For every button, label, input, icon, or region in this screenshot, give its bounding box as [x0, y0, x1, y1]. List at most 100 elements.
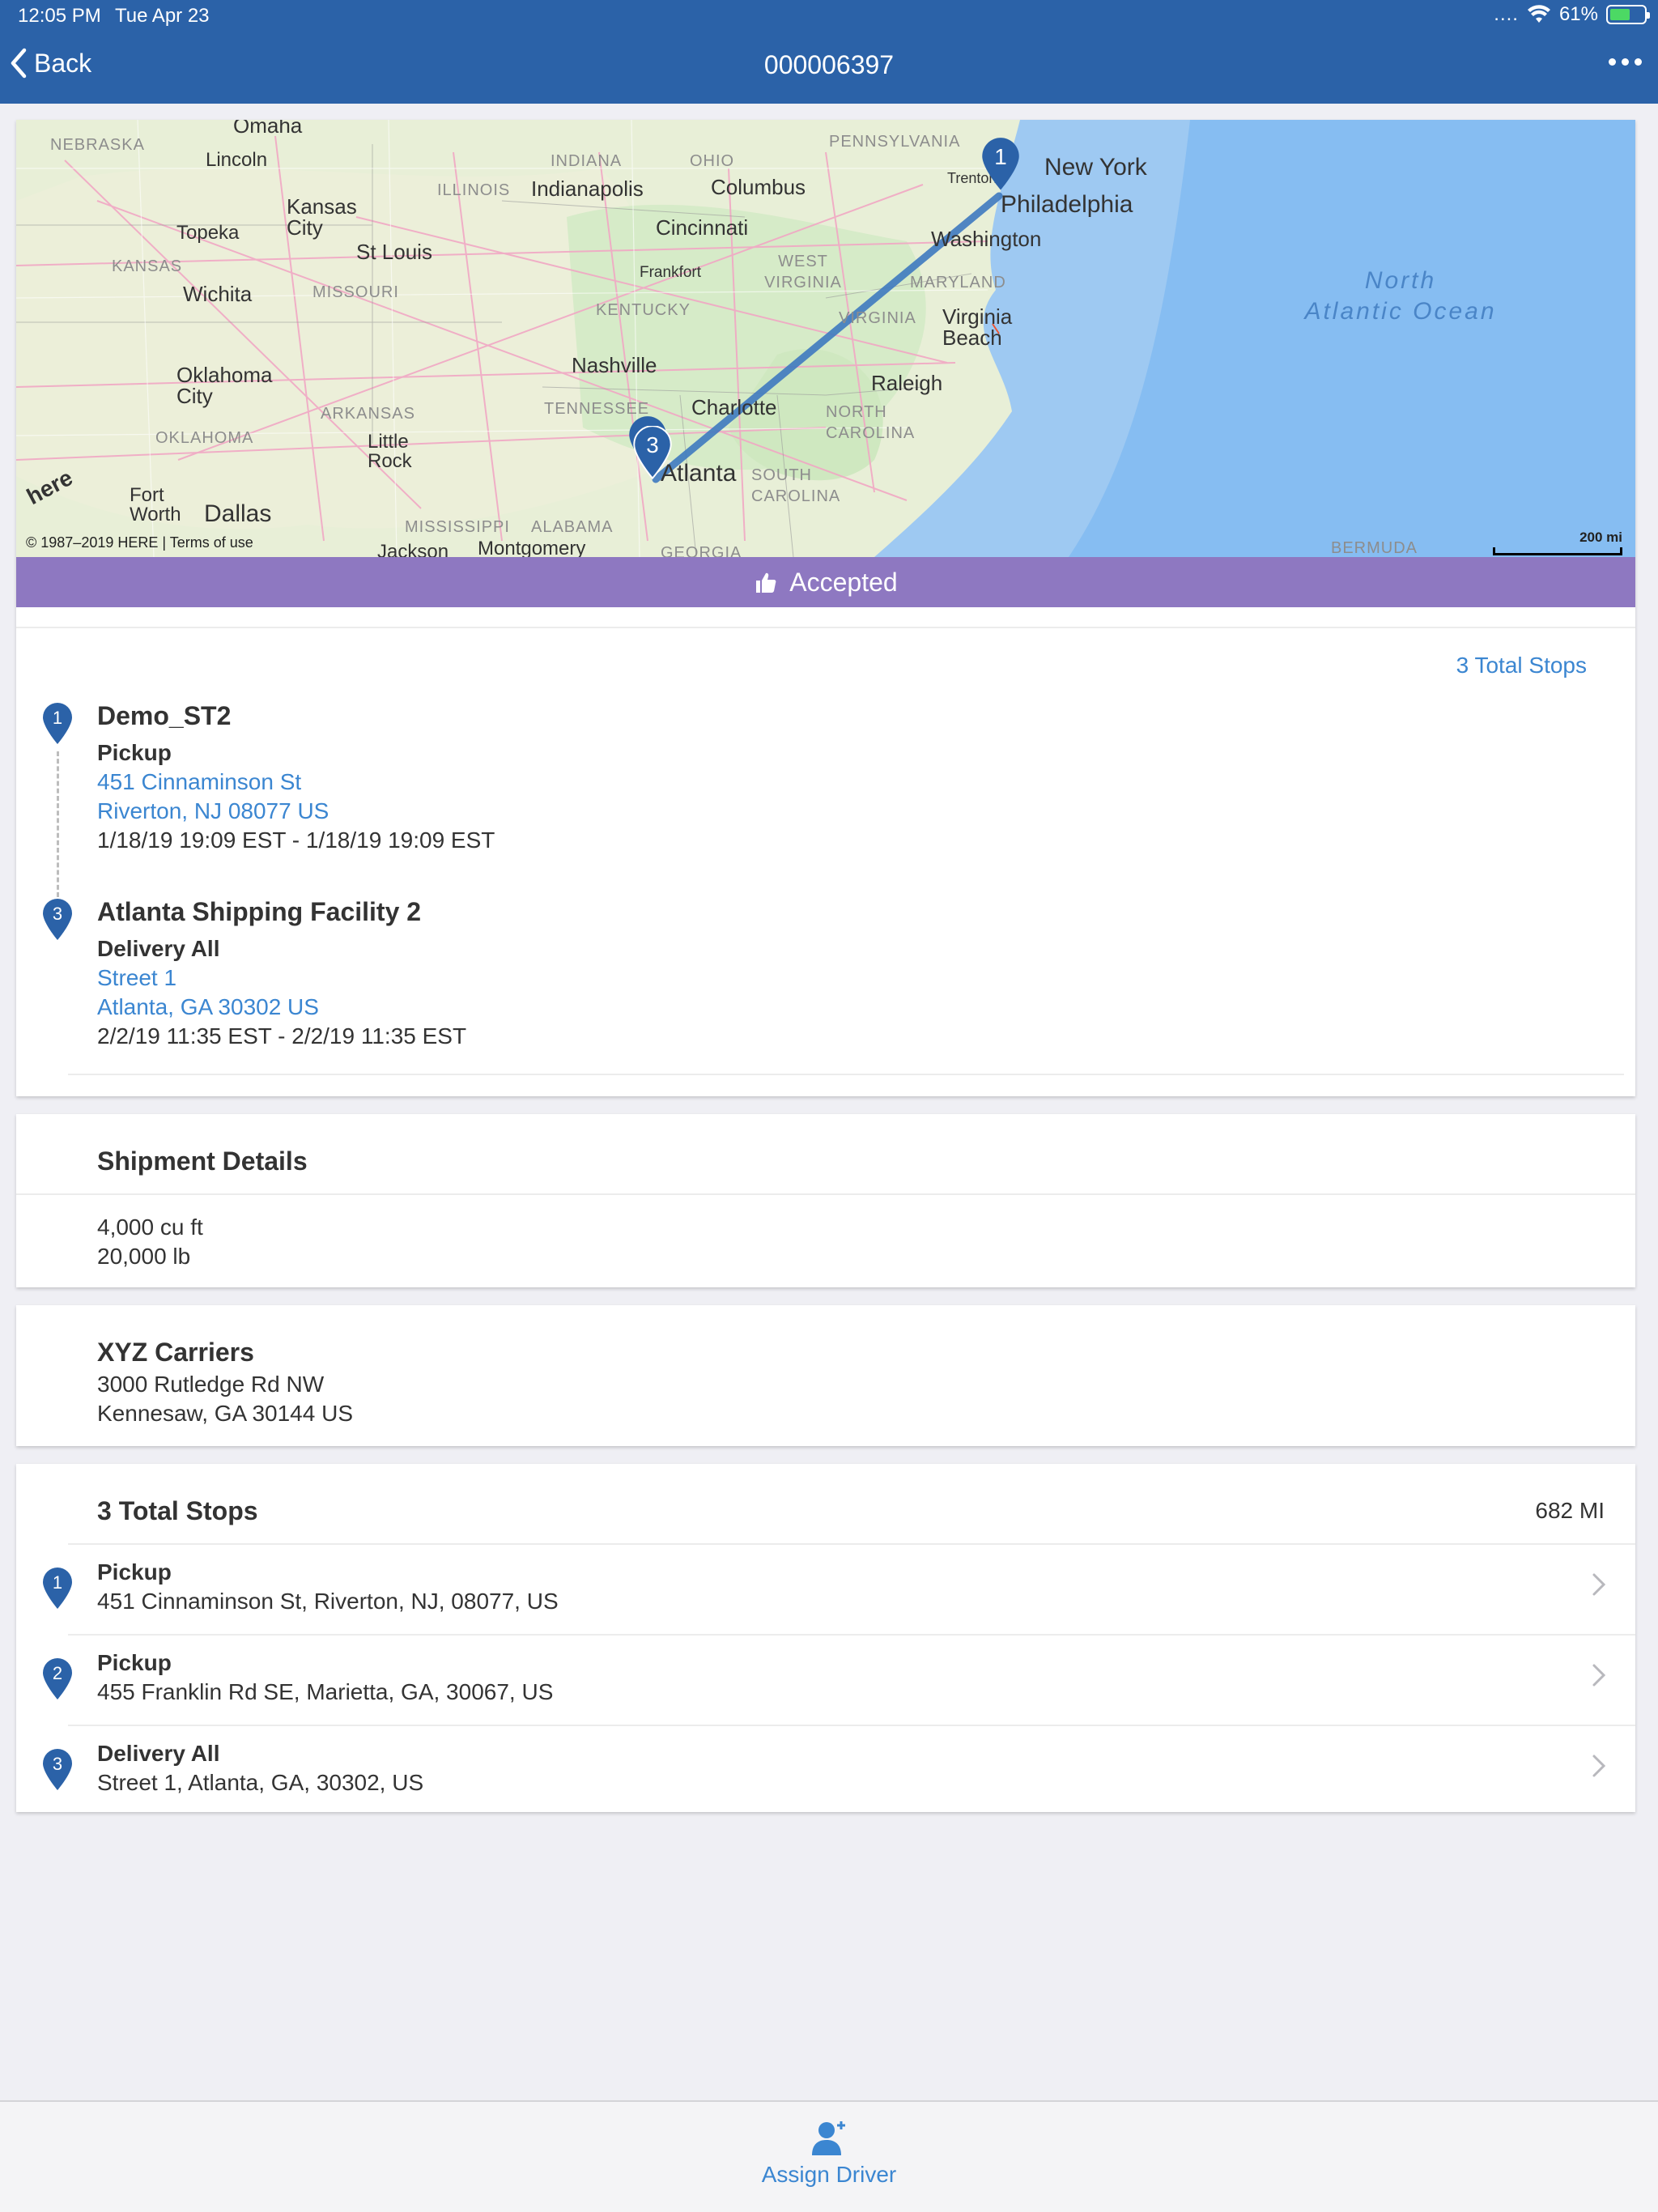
- map-label: Washington: [931, 227, 1042, 251]
- stop-pin-icon: 1: [43, 703, 72, 744]
- map-label: Atlanta: [661, 460, 737, 487]
- battery-level: [1610, 9, 1630, 20]
- navigation-bar: Back 000006397: [0, 40, 1658, 97]
- map-label: BERMUDA: [1331, 539, 1418, 557]
- assign-driver-button[interactable]: Assign Driver: [0, 2118, 1658, 2188]
- map-label: OHIO: [690, 152, 735, 170]
- map-label: Charlotte: [691, 395, 777, 419]
- map-label: ALABAMA: [531, 518, 614, 536]
- map-label: Nashville: [572, 353, 657, 377]
- map-copyright[interactable]: © 1987–2019 HERE | Terms of use: [26, 534, 253, 551]
- svg-text:1: 1: [53, 1572, 62, 1593]
- battery-charging-icon: [1606, 5, 1650, 24]
- map-label: Omaha: [233, 120, 303, 138]
- map-label: Virginia Beach: [942, 304, 1013, 350]
- map-label: Columbus: [711, 175, 806, 199]
- map-label: Cincinnati: [656, 215, 749, 240]
- map-label: St Louis: [356, 240, 432, 264]
- map-label: KANSAS: [112, 257, 183, 275]
- stop-address-line2[interactable]: Atlanta, GA 30302 US: [97, 994, 319, 1020]
- stop-list-item[interactable]: 2 Pickup 455 Franklin Rd SE, Marietta, G…: [16, 1636, 1635, 1726]
- map-label: NORTH CAROLINA: [826, 403, 916, 442]
- stop-list-item[interactable]: 3 Delivery All Street 1, Atlanta, GA, 30…: [16, 1726, 1635, 1817]
- map-label: Frankfort: [640, 264, 702, 281]
- map-label: VIRGINIA: [839, 309, 916, 327]
- chevron-right-icon: [1592, 1573, 1606, 1596]
- signal-dots: ....: [1494, 3, 1519, 25]
- total-stops-link[interactable]: 3 Total Stops: [1456, 653, 1587, 678]
- stop-list-item[interactable]: 1 Pickup 451 Cinnaminson St, Riverton, N…: [16, 1545, 1635, 1636]
- map-label: Lincoln: [206, 149, 268, 171]
- stops-list-distance: 682 MI: [1535, 1498, 1605, 1523]
- map-pin-icon[interactable]: 1: [981, 138, 1020, 191]
- status-banner: Accepted: [16, 557, 1635, 607]
- more-dots-icon[interactable]: [1609, 58, 1642, 66]
- route-connector: [57, 751, 59, 897]
- top-bar: 12:05 PM Tue Apr 23 .... 61% Back 000006…: [0, 0, 1658, 104]
- stop-address-line1[interactable]: Street 1: [97, 965, 176, 991]
- svg-text:1: 1: [53, 708, 62, 728]
- status-right: .... 61%: [1494, 3, 1650, 26]
- map-label: Wichita: [183, 282, 253, 306]
- chevron-right-icon: [1592, 1755, 1606, 1777]
- stops-list-title: 3 Total Stops: [97, 1496, 258, 1525]
- divider: [68, 1074, 1624, 1075]
- map-label: Indianapolis: [531, 177, 644, 201]
- map-label: PENNSYLVANIA: [829, 133, 961, 151]
- route-map[interactable]: NEBRASKA Omaha Lincoln Kansas City Topek…: [16, 120, 1635, 557]
- map-label: Fort Worth: [130, 484, 181, 525]
- map-label: ARKANSAS: [321, 405, 415, 423]
- stop-pin-icon: 3: [43, 1749, 72, 1790]
- stop-address-line2[interactable]: Riverton, NJ 08077 US: [97, 798, 329, 824]
- svg-text:2: 2: [53, 1663, 62, 1683]
- chevron-right-icon: [1592, 1664, 1606, 1687]
- stop-list-type: Delivery All: [97, 1741, 220, 1766]
- stop-window: 2/2/19 11:35 EST - 2/2/19 11:35 EST: [97, 1023, 467, 1049]
- map-label: Dallas: [204, 500, 272, 527]
- stop-pin-icon: 3: [43, 899, 72, 940]
- ocean-label-line1: North: [1364, 267, 1437, 294]
- map-label: Kansas City: [287, 194, 357, 240]
- stop-address-line1[interactable]: 451 Cinnaminson St: [97, 769, 301, 795]
- stop-list-address: Street 1, Atlanta, GA, 30302, US: [97, 1770, 424, 1795]
- map-label: Topeka: [176, 222, 240, 244]
- stop-name: Demo_ST2: [97, 701, 232, 730]
- map-label: MISSOURI: [312, 283, 399, 301]
- assign-driver-label: Assign Driver: [761, 2162, 897, 2187]
- map-label: Philadelphia: [1001, 191, 1133, 218]
- route-card: NEBRASKA Omaha Lincoln Kansas City Topek…: [16, 120, 1635, 1096]
- map-label: MISSISSIPPI: [405, 518, 510, 536]
- ocean-label-line2: Atlantic Ocean: [1304, 298, 1497, 325]
- stop-list-address: 451 Cinnaminson St, Riverton, NJ, 08077,…: [97, 1589, 559, 1614]
- stop-name: Atlanta Shipping Facility 2: [97, 897, 422, 926]
- bottom-toolbar: Assign Driver: [0, 2100, 1658, 2212]
- stop-list-address: 455 Franklin Rd SE, Marietta, GA, 30067,…: [97, 1679, 554, 1704]
- shipment-details-card: Shipment Details 4,000 cu ft 20,000 lb: [16, 1114, 1635, 1287]
- status-bar: 12:05 PM Tue Apr 23 .... 61%: [0, 0, 1658, 32]
- map-label: MARYLAND: [910, 274, 1006, 291]
- thumbs-up-icon: [756, 572, 776, 593]
- carrier-name: XYZ Carriers: [97, 1338, 254, 1367]
- stop-type: Delivery All: [97, 936, 220, 961]
- map-label: Montgomery: [478, 538, 586, 557]
- map-scale-label: 200 mi: [1579, 530, 1622, 545]
- map-label: GEORGIA: [661, 544, 742, 557]
- carrier-address-line2: Kennesaw, GA 30144 US: [97, 1401, 353, 1426]
- shipment-details-title: Shipment Details: [97, 1146, 308, 1176]
- stop-list-type: Pickup: [97, 1650, 172, 1675]
- svg-text:3: 3: [53, 904, 62, 924]
- shipment-volume: 4,000 cu ft: [97, 1214, 203, 1240]
- assign-driver-icon: [812, 2121, 845, 2155]
- stop-pin-icon: 2: [43, 1658, 72, 1699]
- map-label: WEST VIRGINIA: [764, 253, 842, 291]
- map-label: New York: [1044, 154, 1147, 181]
- status-time: 12:05 PM: [18, 5, 101, 27]
- status-date: Tue Apr 23: [115, 5, 210, 27]
- stops-list-card: 3 Total Stops 682 MI 1 Pickup 451 Cinnam…: [16, 1464, 1635, 1812]
- svg-text:3: 3: [646, 432, 658, 457]
- map-pin-icon[interactable]: 3: [633, 426, 672, 479]
- map-label: Raleigh: [871, 371, 943, 395]
- divider: [16, 627, 1635, 628]
- carrier-card: XYZ Carriers 3000 Rutledge Rd NW Kennesa…: [16, 1305, 1635, 1446]
- battery-percent: 61%: [1558, 3, 1598, 25]
